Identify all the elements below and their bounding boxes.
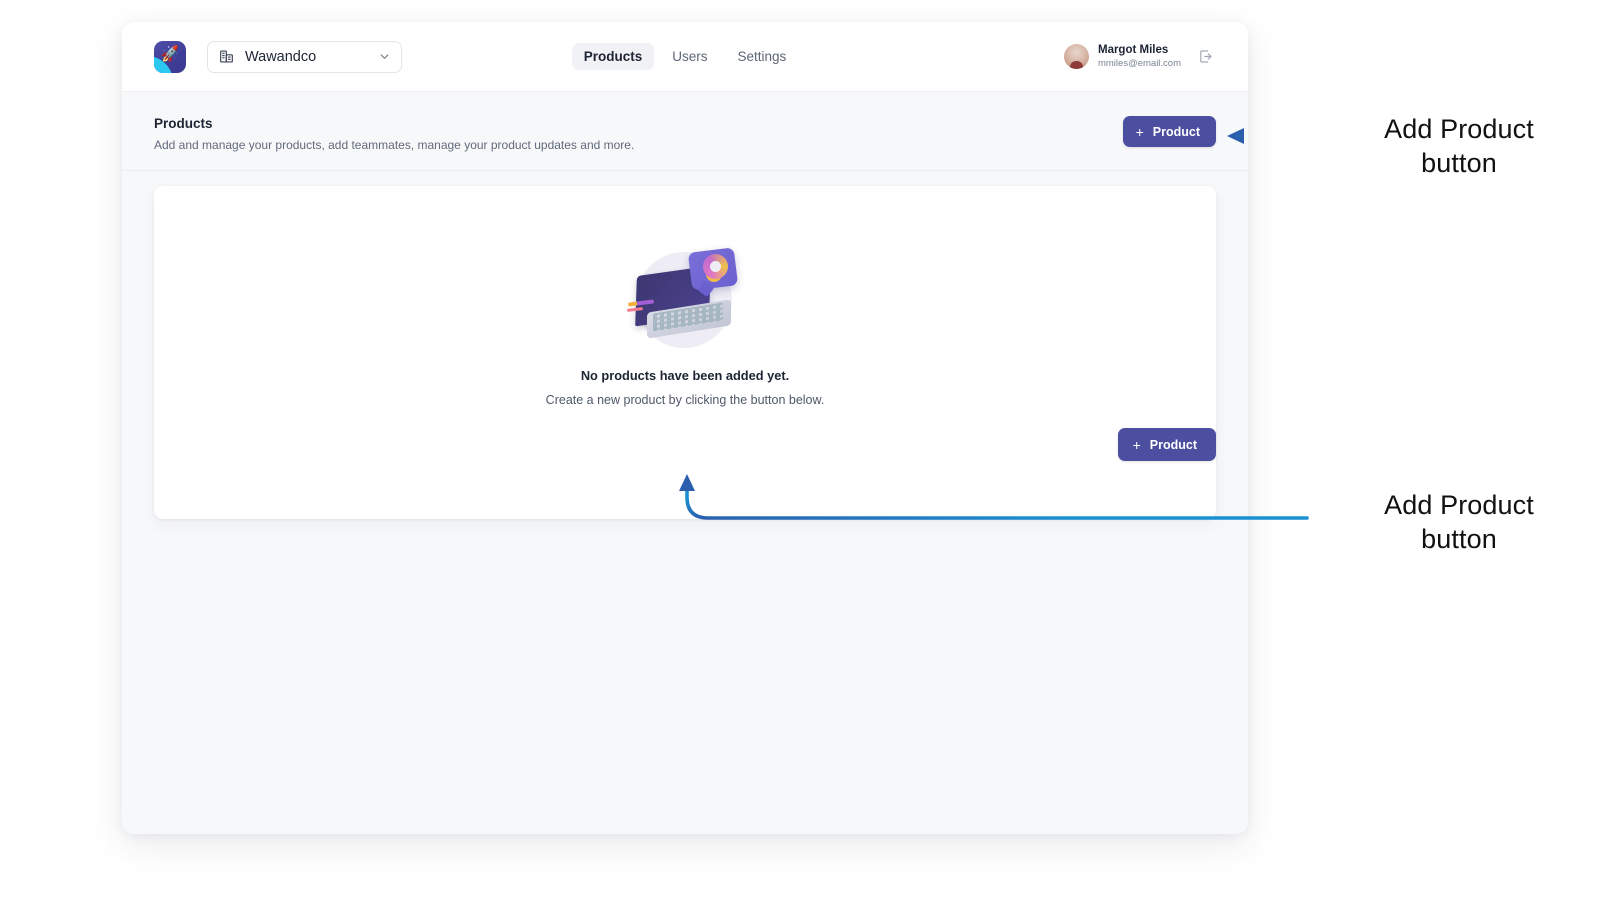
add-product-button-header-label: Product xyxy=(1152,124,1200,139)
empty-state-title: No products have been added yet. xyxy=(580,368,790,383)
annotation-label-top: Add Product button xyxy=(1384,114,1534,178)
add-product-button-header[interactable]: + Product xyxy=(1122,116,1216,147)
user-email: mmiles@email.com xyxy=(1097,57,1181,69)
plus-icon: + xyxy=(1132,436,1141,453)
user-text: Margot Miles mmiles@email.com xyxy=(1098,43,1181,70)
avatar xyxy=(1063,44,1089,69)
nav-item-users[interactable]: Users xyxy=(660,43,719,70)
nav-item-settings[interactable]: Settings xyxy=(726,43,799,70)
empty-state-subtitle: Create a new product by clicking the but… xyxy=(545,393,825,407)
browser-window: 🚀 Wawandco Products Users Settings Margo… xyxy=(122,22,1248,834)
products-empty-state-card: No products have been added yet. Create … xyxy=(154,186,1216,519)
building-icon xyxy=(219,49,234,64)
page-title: Products xyxy=(154,116,213,131)
add-product-button-empty-state-label: Product xyxy=(1149,437,1197,452)
rocket-glyph: 🚀 xyxy=(160,44,181,64)
page-header: Products Add and manage your products, a… xyxy=(122,92,1248,171)
nav-item-products[interactable]: Products xyxy=(571,43,655,70)
illustration-donut-hole xyxy=(710,261,721,272)
annotation-label-bottom: Add Product button xyxy=(1384,490,1534,554)
user-identity[interactable]: Margot Miles mmiles@email.com xyxy=(1063,43,1181,70)
user-name: Margot Miles xyxy=(1097,44,1169,57)
plus-icon: + xyxy=(1135,123,1144,140)
laptop-illustration xyxy=(622,244,748,354)
add-product-button-empty-state[interactable]: + Product xyxy=(1117,428,1216,461)
logout-icon[interactable] xyxy=(1197,48,1214,65)
user-block: Margot Miles mmiles@email.com xyxy=(1063,43,1214,70)
org-selector[interactable]: Wawandco xyxy=(207,40,402,73)
top-navigation-bar: 🚀 Wawandco Products Users Settings Margo… xyxy=(122,22,1248,92)
org-selector-value: Wawandco xyxy=(245,48,317,65)
rocket-icon[interactable]: 🚀 xyxy=(154,40,186,73)
chevron-down-icon xyxy=(378,50,391,63)
page-heading-group: Products Add and manage your products, a… xyxy=(154,116,634,152)
page-subtitle: Add and manage your products, add teamma… xyxy=(154,138,635,152)
